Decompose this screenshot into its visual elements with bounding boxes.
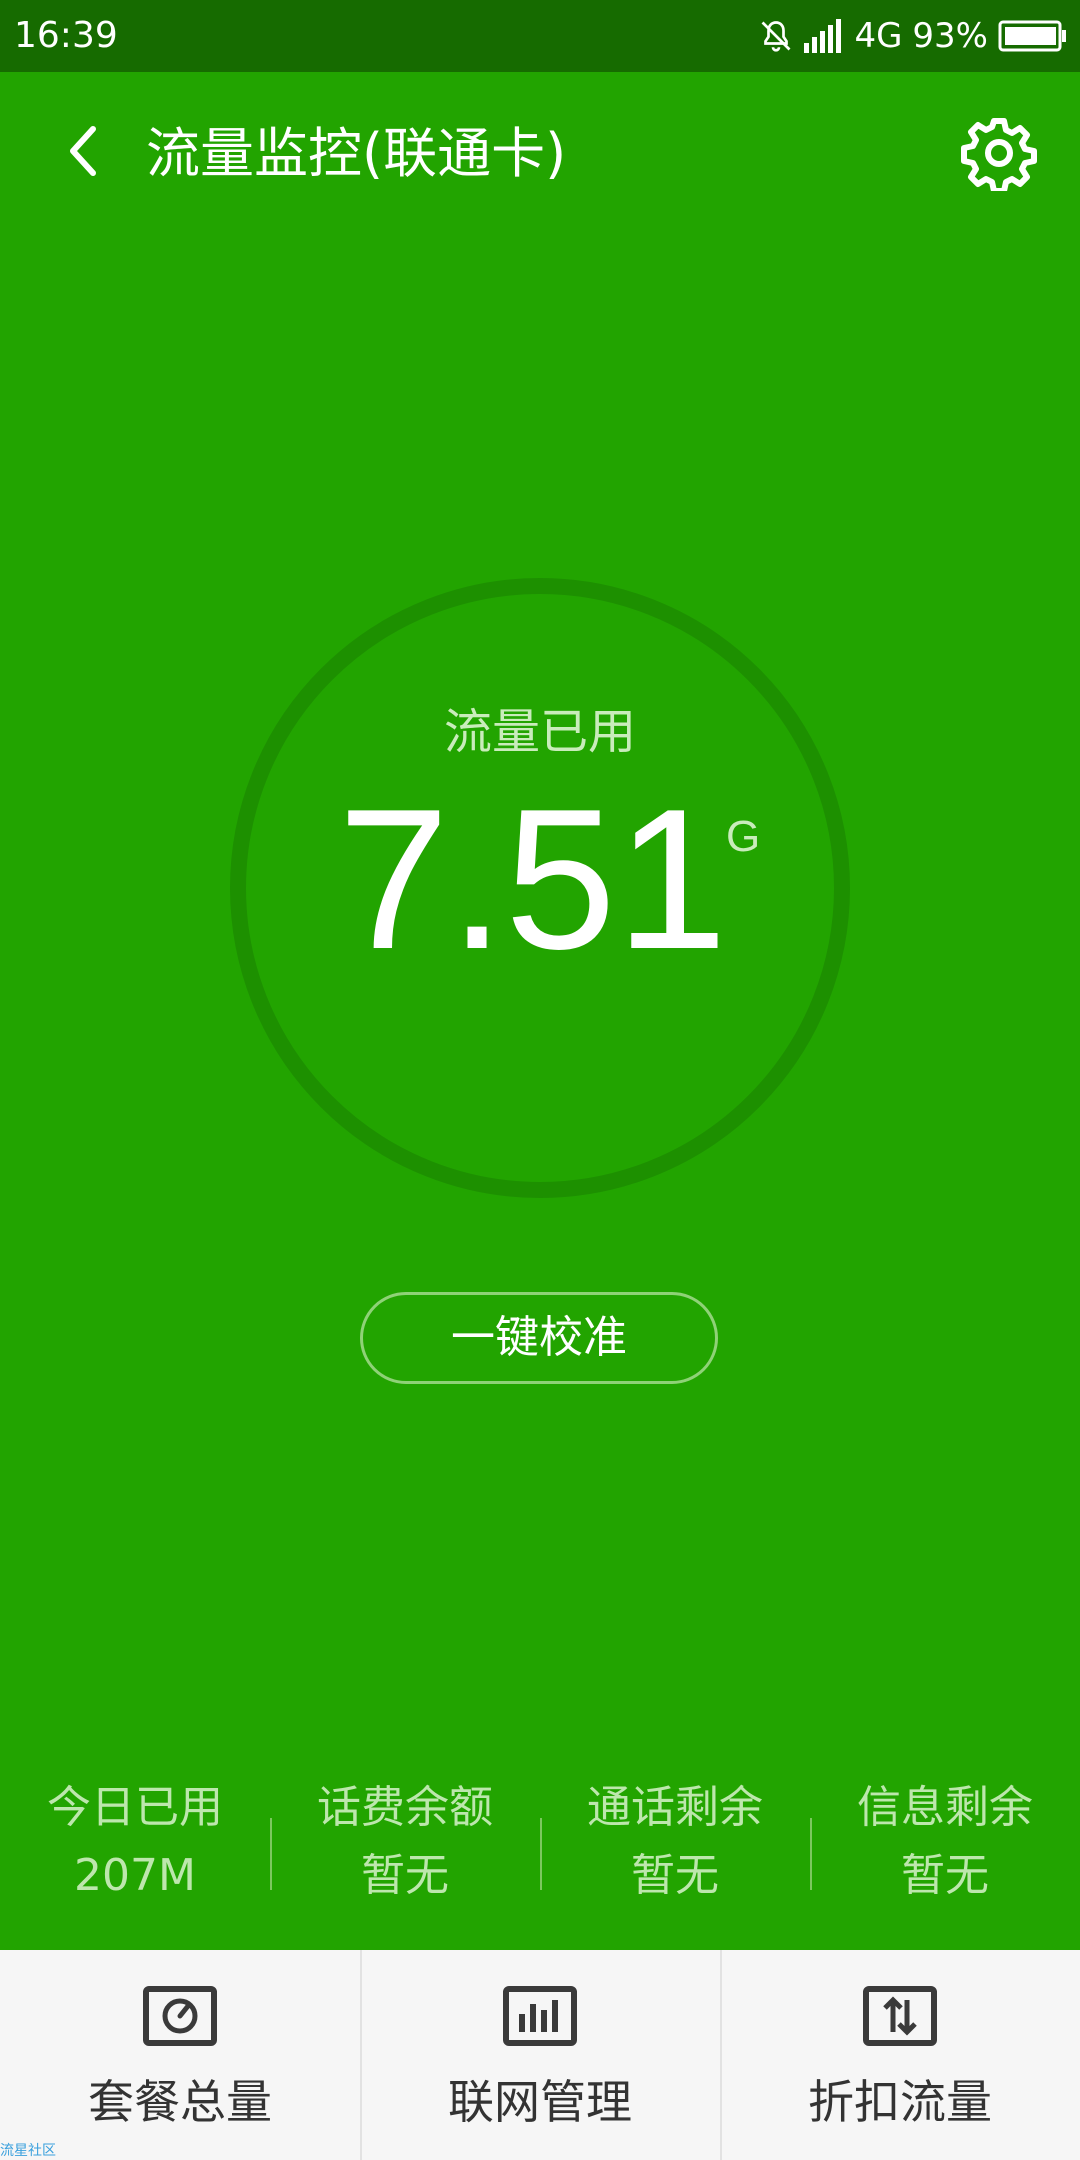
stat-value: 暂无 xyxy=(631,1850,719,1901)
chevron-left-icon xyxy=(70,126,96,176)
stats-row: 今日已用 207M 话费余额 暂无 通话剩余 暂无 信息剩余 暂无 xyxy=(0,1780,1080,1910)
stat-label: 话费余额 xyxy=(317,1782,493,1833)
usage-unit: G xyxy=(726,812,761,861)
back-button[interactable] xyxy=(48,116,118,186)
stat-value: 暂无 xyxy=(901,1850,989,1901)
network-type: 4G xyxy=(854,16,903,56)
signal-icon xyxy=(804,19,844,53)
status-icons: 4G 93% xyxy=(758,14,1068,58)
notifications-muted-icon xyxy=(758,18,794,54)
stat-value: 207M xyxy=(74,1850,196,1901)
watermark: 流星社区 xyxy=(0,2143,56,2159)
stat-balance[interactable]: 话费余额 暂无 xyxy=(270,1780,540,1910)
nav-network-manage[interactable]: 联网管理 xyxy=(360,1950,720,2160)
status-bar: 16:39 4G 93% xyxy=(0,0,1080,72)
stat-label: 通话剩余 xyxy=(587,1782,763,1833)
stat-label: 今日已用 xyxy=(47,1782,223,1833)
nav-label: 套餐总量 xyxy=(88,2075,272,2129)
stat-call-remaining[interactable]: 通话剩余 暂无 xyxy=(540,1780,810,1910)
stat-sms-remaining[interactable]: 信息剩余 暂无 xyxy=(810,1780,1080,1910)
gauge-icon xyxy=(143,1986,217,2046)
app-header: 流量监控(联通卡) xyxy=(0,72,1080,240)
battery-icon xyxy=(998,20,1068,52)
nav-plan-total[interactable]: 套餐总量 xyxy=(0,1950,360,2160)
bottom-nav: 套餐总量 联网管理 折扣流量 流星社区 xyxy=(0,1950,1080,2160)
gear-icon xyxy=(961,118,1037,191)
nav-discount-data[interactable]: 折扣流量 xyxy=(720,1950,1080,2160)
settings-button[interactable] xyxy=(960,114,1038,192)
stat-label: 信息剩余 xyxy=(857,1782,1033,1833)
calibrate-button[interactable]: 一键校准 xyxy=(360,1292,718,1384)
battery-percent: 93% xyxy=(912,16,988,56)
transfer-icon xyxy=(863,1986,937,2046)
nav-label: 联网管理 xyxy=(448,2075,632,2129)
usage-label: 流量已用 xyxy=(443,704,636,760)
stat-value: 暂无 xyxy=(361,1850,449,1901)
usage-value: 7.51 xyxy=(338,768,728,991)
nav-label: 折扣流量 xyxy=(808,2075,992,2129)
bar-chart-icon xyxy=(503,1986,577,2046)
page-title: 流量监控(联通卡) xyxy=(146,122,567,185)
stat-today-used[interactable]: 今日已用 207M xyxy=(0,1780,270,1910)
status-time: 16:39 xyxy=(14,15,118,56)
